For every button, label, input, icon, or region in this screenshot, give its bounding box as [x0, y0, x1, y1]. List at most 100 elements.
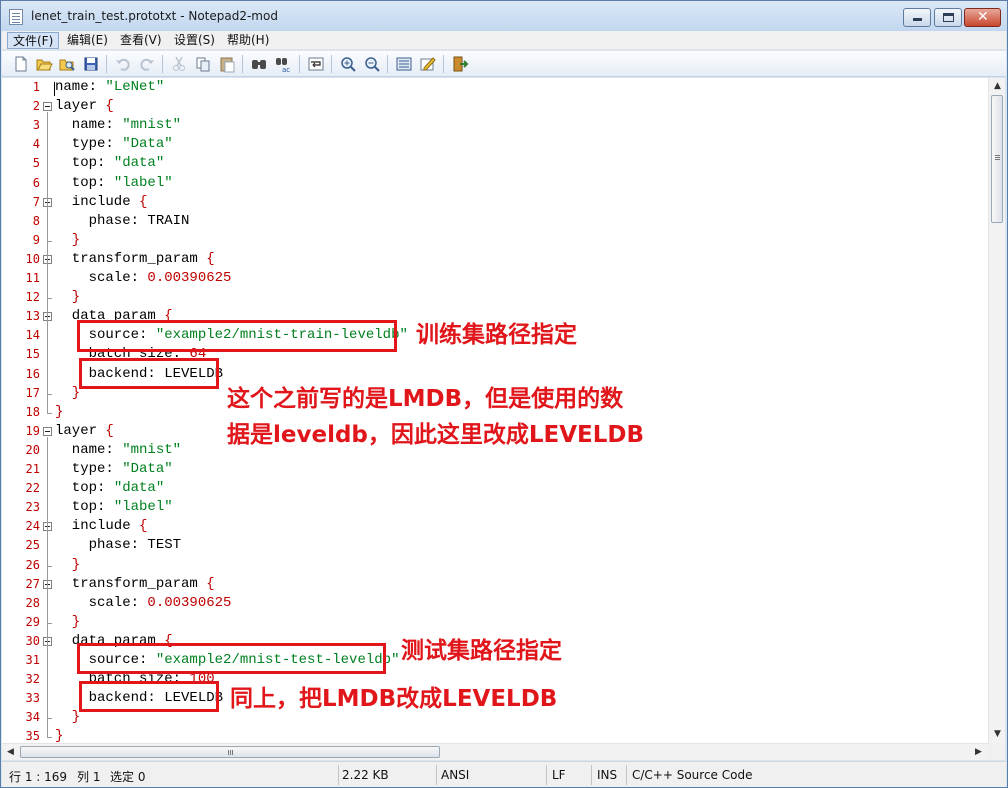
line-number: 33 [25, 691, 40, 706]
menu-help[interactable]: 帮助(H) [222, 32, 274, 49]
test-backend-highlight [79, 681, 219, 712]
code-token: top: [55, 480, 114, 497]
exit-icon[interactable] [451, 55, 469, 73]
line-number: 14 [25, 328, 40, 343]
code-line[interactable]: transform_param { [55, 576, 215, 595]
redo-icon[interactable] [138, 55, 156, 73]
code-line[interactable]: phase: TEST [55, 537, 181, 556]
fold-toggle-icon[interactable] [43, 426, 52, 436]
line-number: 12 [25, 290, 40, 305]
code-line[interactable]: phase: TRAIN [55, 213, 190, 232]
code-line[interactable]: type: "Data" [55, 461, 173, 480]
line-number: 3 [32, 118, 40, 133]
save-icon[interactable] [82, 55, 100, 73]
line-number: 9 [32, 232, 40, 247]
code-token: type: [55, 461, 123, 477]
open-folder-icon[interactable] [35, 55, 53, 73]
code-line[interactable]: } [55, 728, 63, 743]
line-number: 13 [25, 309, 40, 324]
code-token: { [139, 193, 148, 210]
scroll-right-icon[interactable]: ▶ [970, 744, 987, 761]
code-line[interactable]: name: "mnist" [55, 117, 181, 136]
line-number: 10 [25, 251, 40, 266]
line-number: 25 [25, 538, 40, 553]
code-line[interactable]: top: "data" [55, 155, 164, 174]
fold-toggle-icon[interactable] [43, 102, 52, 112]
code-line[interactable]: top: "label" [55, 175, 173, 194]
code-line[interactable]: } [55, 289, 80, 308]
status-file-size: 2.22 KB [342, 768, 389, 782]
text-editor[interactable]: 1 2 3 4 5 6 7 8 9 10 11 12 13 14 15 16 17 18 19 20 21 22 23 24 2… [2, 78, 988, 743]
code-token: "label" [113, 174, 173, 191]
menu-edit[interactable]: 编辑(E) [62, 32, 113, 49]
code-line[interactable]: } [55, 232, 80, 251]
line-number: 5 [32, 156, 40, 171]
code-token: layer [55, 98, 106, 115]
code-line[interactable]: top: "data" [55, 480, 164, 499]
horizontal-scrollbar[interactable]: ◀ ▶ [2, 743, 988, 760]
line-number: 8 [32, 213, 40, 228]
replace-icon[interactable]: ac [274, 55, 292, 74]
paste-icon[interactable] [218, 55, 236, 73]
copy-icon[interactable] [194, 55, 212, 73]
new-file-icon[interactable] [12, 55, 30, 73]
code-line[interactable]: include { [55, 193, 148, 213]
status-line-ending[interactable]: LF [552, 768, 566, 782]
code-token: "mnist" [122, 441, 182, 458]
code-line[interactable]: top: "label" [55, 499, 173, 518]
code-line[interactable]: } [55, 557, 80, 576]
code-line[interactable]: } [55, 404, 63, 423]
vertical-scrollbar[interactable]: ▲ ▼ [988, 78, 1005, 743]
code-line[interactable]: layer { [55, 423, 114, 442]
line-number: 26 [25, 557, 40, 572]
zoom-out-icon[interactable] [363, 55, 381, 73]
cut-icon[interactable] [170, 55, 188, 73]
scroll-left-icon[interactable]: ◀ [2, 744, 19, 761]
code-line[interactable]: scale: 0.00390625 [55, 595, 232, 614]
code-line[interactable]: layer { [55, 98, 114, 117]
code-token: name: [55, 441, 123, 458]
code-token: { [105, 422, 114, 439]
status-scheme[interactable]: C/C++ Source Code [632, 768, 752, 782]
code-token: name: [55, 79, 106, 95]
code-token: "label" [113, 499, 173, 516]
status-insert-mode[interactable]: INS [597, 768, 617, 782]
line-number: 34 [25, 710, 40, 725]
code-token: } [55, 403, 64, 420]
menu-settings[interactable]: 设置(S) [169, 32, 220, 49]
code-token: } [55, 231, 81, 248]
code-line[interactable]: name: "LeNet" [55, 79, 164, 98]
notepad-app-icon[interactable] [9, 9, 23, 25]
code-line[interactable]: transform_param { [55, 251, 215, 270]
code-line[interactable]: } [55, 614, 80, 633]
menu-file[interactable]: 文件(F) [7, 32, 60, 49]
minimize-icon [913, 18, 922, 21]
minimize-button[interactable] [903, 8, 931, 27]
vertical-scroll-thumb[interactable] [991, 95, 1003, 223]
status-encoding[interactable]: ANSI [441, 768, 469, 782]
zoom-in-icon[interactable] [339, 55, 357, 73]
menu-view[interactable]: 查看(V) [115, 32, 167, 49]
customize-icon[interactable] [419, 55, 437, 73]
browse-icon[interactable] [58, 55, 76, 73]
code-line[interactable]: scale: 0.00390625 [55, 270, 232, 289]
code-line[interactable]: name: "mnist" [55, 442, 181, 461]
horizontal-scroll-thumb[interactable] [20, 746, 440, 758]
menu-bar: 文件(F) 编辑(E) 查看(V) 设置(S) 帮助(H) [2, 31, 1006, 50]
code-token: "Data" [122, 136, 173, 153]
undo-icon[interactable] [114, 55, 132, 73]
find-icon[interactable] [250, 55, 268, 73]
code-token: layer [55, 422, 106, 439]
scroll-up-icon[interactable]: ▲ [989, 78, 1006, 95]
word-wrap-icon[interactable] [307, 55, 325, 73]
test-source-highlight [77, 643, 386, 674]
backend-note-line1: 这个之前写的是LMDB，但是使用的数 [227, 386, 624, 412]
maximize-button[interactable] [934, 8, 962, 27]
code-line[interactable]: include { [55, 518, 148, 537]
close-button[interactable]: ✕ [964, 8, 1001, 27]
code-line[interactable]: } [55, 385, 80, 404]
scheme-icon[interactable] [395, 55, 413, 73]
code-line[interactable]: type: "Data" [55, 136, 173, 155]
code-line[interactable]: } [55, 709, 80, 728]
scroll-down-icon[interactable]: ▼ [989, 726, 1006, 743]
